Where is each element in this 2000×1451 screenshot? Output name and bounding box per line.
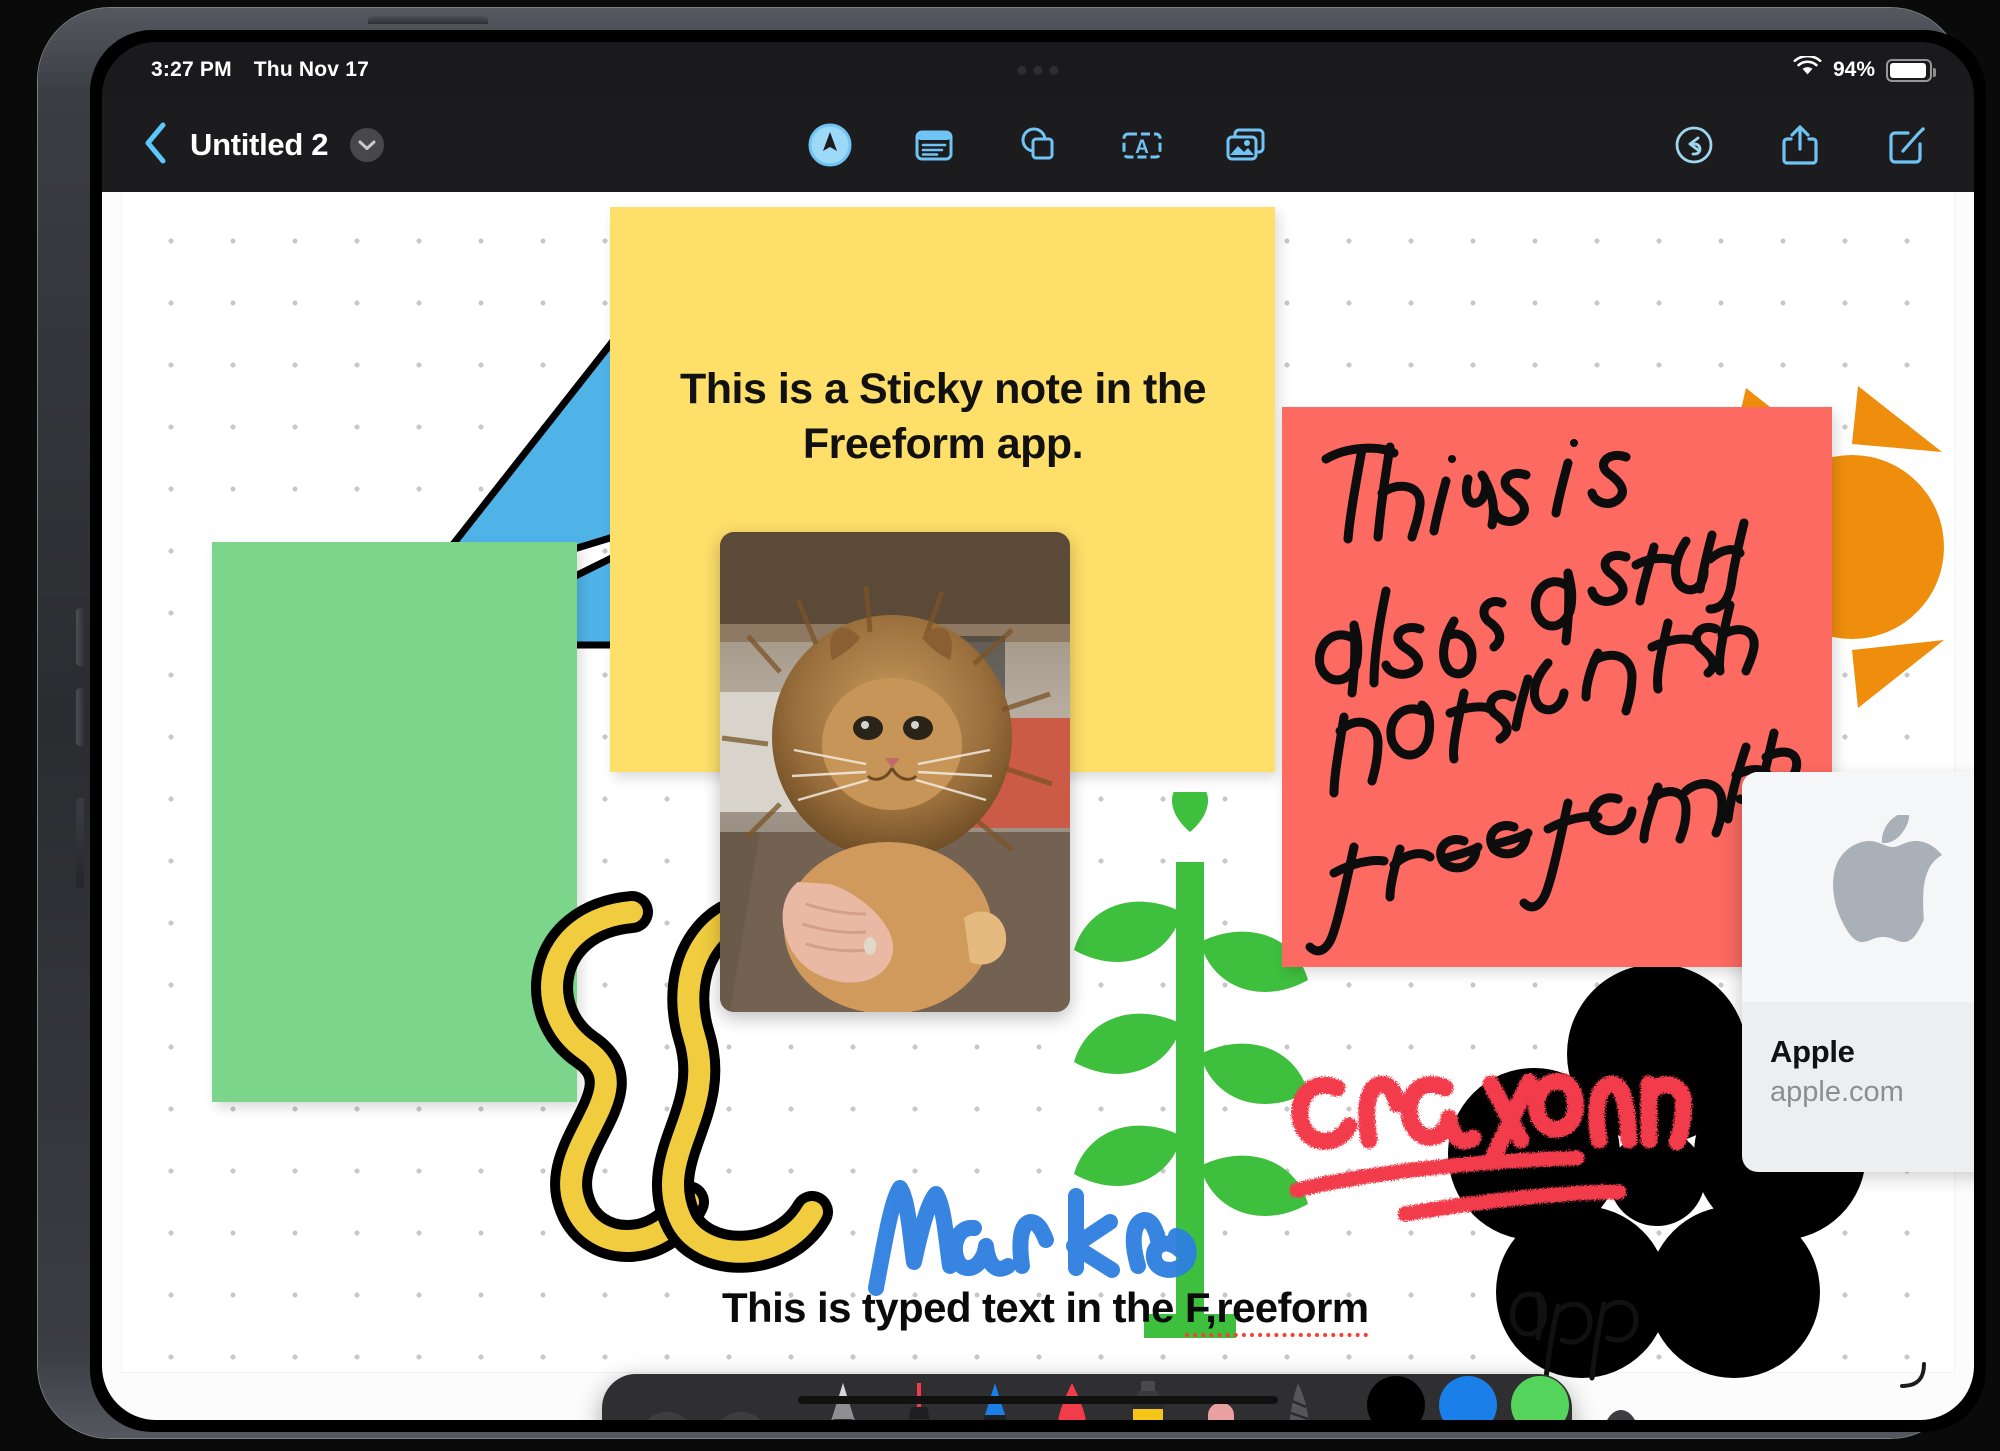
sticky-note-icon[interactable] <box>910 121 958 169</box>
nav-bar-right-tools <box>1670 98 1930 192</box>
freeform-canvas[interactable]: This is a Sticky note in the Freeform ap… <box>102 192 1974 1420</box>
color-swatch-blue[interactable] <box>1439 1375 1497 1420</box>
home-indicator[interactable] <box>798 1396 1278 1404</box>
undo-arrow-icon[interactable] <box>638 1411 696 1420</box>
link-preview-card-apple[interactable]: Apple apple.com <box>1742 772 1974 1172</box>
pointer-arc-cursor <box>1900 1362 1926 1388</box>
history-buttons <box>638 1411 770 1420</box>
apple-logo-icon <box>1832 810 1952 960</box>
drawing-app-word[interactable] <box>1502 1262 1652 1382</box>
battery-icon <box>1886 58 1936 82</box>
canvas-board[interactable]: This is a Sticky note in the Freeform ap… <box>122 192 1974 1381</box>
typed-text-misspelled: F,reeform <box>1184 1284 1369 1337</box>
share-icon[interactable] <box>1776 121 1824 169</box>
pen-markup-icon[interactable] <box>806 121 854 169</box>
text-box-icon[interactable]: A <box>1118 121 1166 169</box>
power-button[interactable] <box>368 16 488 24</box>
color-swatch-black[interactable] <box>1367 1375 1425 1420</box>
compose-icon[interactable] <box>1882 121 1930 169</box>
ipad-device-frame: 3:27 PM Thu Nov 17 94% Untitled 2 A This… <box>38 8 1986 1438</box>
link-preview-meta: Apple apple.com <box>1770 1034 1904 1109</box>
status-bar-left: 3:27 PM Thu Nov 17 <box>151 58 369 82</box>
redo-arrow-icon[interactable] <box>712 1411 770 1420</box>
typed-text-before: This is typed text in the <box>722 1284 1185 1331</box>
media-photo-icon[interactable] <box>1222 121 1270 169</box>
status-bar-right: 94% <box>1793 54 1936 84</box>
back-chevron-icon[interactable] <box>142 121 168 170</box>
volume-up-button[interactable] <box>76 608 84 666</box>
drawing-marker-word[interactable] <box>862 1142 1242 1302</box>
drawing-crayon-word[interactable] <box>1277 992 1697 1222</box>
battery-percent-label: 94% <box>1832 58 1875 81</box>
image-cat-lion-mane[interactable] <box>720 532 1070 1012</box>
shapes-icon[interactable] <box>1014 121 1062 169</box>
more-ellipsis-icon[interactable] <box>1602 1409 1640 1420</box>
chevron-down-icon[interactable] <box>350 128 385 162</box>
link-preview-thumbnail <box>1742 772 1974 1002</box>
link-preview-url: apple.com <box>1770 1076 1904 1108</box>
app-nav-bar: Untitled 2 A <box>102 98 1974 192</box>
status-date: Thu Nov 17 <box>253 58 369 81</box>
front-camera-dots <box>1017 66 1059 75</box>
cat-photo-artwork <box>720 532 1070 1012</box>
svg-text:A: A <box>1135 137 1149 158</box>
wifi-icon <box>1793 54 1822 84</box>
nav-bar-center-tools: A <box>806 98 1270 192</box>
sticky-note-yellow-text: This is a Sticky note in the Freeform ap… <box>679 365 1207 469</box>
volume-down-button[interactable] <box>76 688 84 746</box>
canvas-typed-text[interactable]: This is typed text in the F,reeform <box>722 1284 1369 1337</box>
color-swatches <box>1364 1373 1572 1420</box>
nav-bar-left: Untitled 2 <box>142 98 385 192</box>
tool-ruler[interactable] <box>1278 1381 1320 1420</box>
apple-pencil-magnet-strip <box>76 798 84 888</box>
color-swatch-green[interactable] <box>1511 1375 1569 1420</box>
status-time: 3:27 PM <box>151 58 232 81</box>
link-preview-title: Apple <box>1770 1034 1855 1069</box>
ipad-screen: 3:27 PM Thu Nov 17 94% Untitled 2 A This… <box>102 42 1974 1420</box>
undo-circle-icon[interactable] <box>1670 121 1718 169</box>
page-title[interactable]: Untitled 2 <box>190 127 329 163</box>
status-bar: 3:27 PM Thu Nov 17 94% <box>102 42 1974 98</box>
